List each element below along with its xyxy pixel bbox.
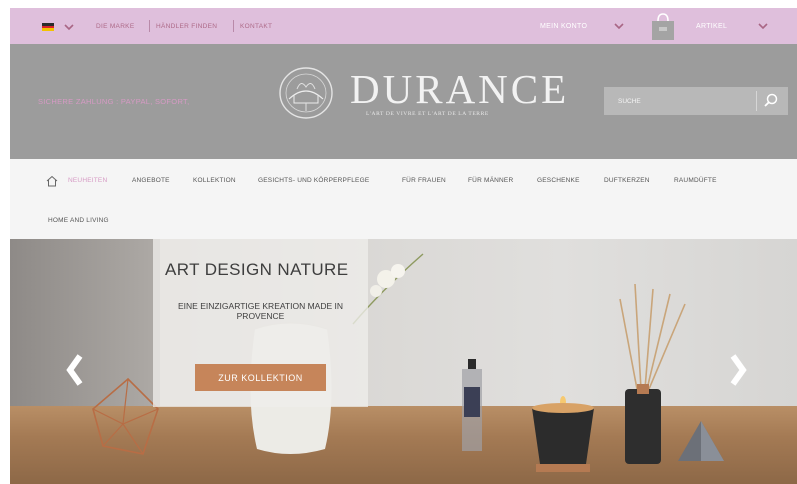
- chevron-down-icon[interactable]: [64, 22, 74, 32]
- nav-item-duftkerzen[interactable]: DUFTKERZEN: [604, 177, 650, 184]
- search-icon[interactable]: [760, 91, 782, 111]
- nav-item-fuer-frauen[interactable]: FÜR FRAUEN: [402, 177, 446, 184]
- shopping-bag-icon[interactable]: [650, 11, 676, 41]
- divider: [233, 20, 234, 32]
- room-spray-bottle-image: [459, 359, 485, 459]
- nav-item-geschenke[interactable]: GESCHENKE: [537, 177, 580, 184]
- cart-link[interactable]: ARTIKEL: [696, 23, 727, 30]
- hero-subtitle: EINE EINZIGARTIGE KREATION MADE IN PROVE…: [178, 301, 343, 321]
- divider: [756, 91, 757, 111]
- main-navigation: NEUHEITEN ANGEBOTE KOLLEKTION GESICHTS- …: [10, 159, 797, 239]
- site-header: SICHERE ZAHLUNG : PAYPAL, SOFORT, DURANC…: [10, 44, 797, 159]
- account-chevron-down-icon[interactable]: [614, 21, 624, 31]
- home-icon[interactable]: [46, 174, 58, 187]
- nav-item-neuheiten[interactable]: NEUHEITEN: [68, 177, 107, 184]
- candle-image: [528, 394, 598, 484]
- nav-item-home-and-living[interactable]: HOME AND LIVING: [48, 217, 109, 224]
- shop-collection-button[interactable]: ZUR KOLLEKTION: [195, 364, 326, 391]
- hero-banner: ART DESIGN NATURE EINE EINZIGARTIGE KREA…: [10, 239, 797, 484]
- account-link[interactable]: MEIN KONTO: [540, 23, 587, 30]
- brand-tagline: L'ART DE VIVRE ET L'ART DE LA TERRE: [366, 111, 489, 117]
- search-input[interactable]: [604, 87, 752, 115]
- cart-chevron-down-icon[interactable]: [758, 21, 768, 31]
- pyramid-sachet-image: [676, 419, 726, 469]
- nav-item-raumduefte[interactable]: RAUMDÜFTE: [674, 177, 717, 184]
- logo-emblem-icon[interactable]: [277, 65, 335, 121]
- top-link-kontakt[interactable]: KONTAKT: [240, 23, 272, 30]
- nav-item-kollektion[interactable]: KOLLEKTION: [193, 177, 236, 184]
- brand-logo[interactable]: DURANCE: [350, 69, 569, 110]
- top-bar: DIE MARKE HÄNDLER FINDEN KONTAKT MEIN KO…: [10, 8, 797, 44]
- top-link-die-marke[interactable]: DIE MARKE: [96, 23, 134, 30]
- nav-item-angebote[interactable]: ANGEBOTE: [132, 177, 170, 184]
- top-link-haendler-finden[interactable]: HÄNDLER FINDEN: [156, 23, 217, 30]
- flag-germany-icon[interactable]: [42, 23, 54, 31]
- payment-info: SICHERE ZAHLUNG : PAYPAL, SOFORT,: [38, 97, 190, 106]
- hero-title: ART DESIGN NATURE: [165, 260, 349, 279]
- chevron-right-icon[interactable]: [728, 350, 748, 390]
- nav-item-fuer-maenner[interactable]: FÜR MÄNNER: [468, 177, 513, 184]
- divider: [149, 20, 150, 32]
- chevron-left-icon[interactable]: [65, 350, 85, 390]
- search-bar: [604, 87, 788, 115]
- nav-item-gesichts-koerperpflege[interactable]: GESICHTS- UND KÖRPERPFLEGE: [258, 177, 369, 184]
